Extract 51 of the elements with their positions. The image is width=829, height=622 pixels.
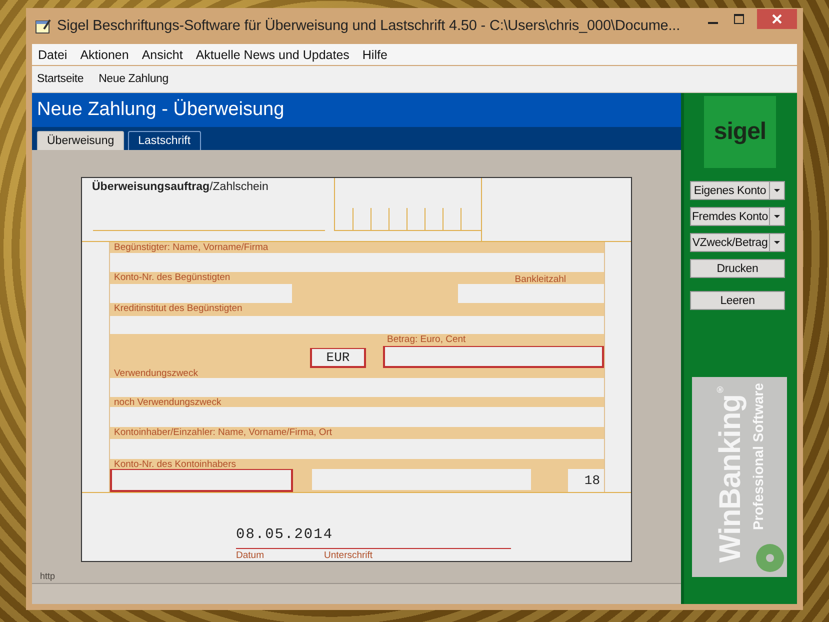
field-label: Unterschrift — [324, 550, 373, 561]
notepad-icon — [35, 18, 51, 34]
toolbar-link[interactable]: Startseite — [37, 73, 84, 85]
maximize-icon — [734, 14, 744, 24]
field-label: Kontoinhaber/Einzahler: Name, Vorname/Firma, Ort — [113, 427, 334, 439]
field-label: Verwendungszweck — [113, 368, 199, 378]
status-text: http — [40, 571, 56, 581]
tab[interactable]: Lastschrift — [128, 131, 201, 150]
field-label: Bankleitzahl — [514, 274, 566, 284]
input-field[interactable] — [110, 439, 604, 459]
dropdown-button[interactable]: Fremdes Konto — [690, 207, 785, 226]
menu-item[interactable]: Hilfe — [362, 48, 388, 62]
currency-field[interactable]: EUR — [310, 348, 366, 368]
menu-item[interactable]: Aktuelle News und Updates — [196, 48, 350, 62]
input-field[interactable] — [110, 378, 604, 397]
input-field[interactable] — [110, 469, 293, 492]
push-button[interactable]: Leeren — [690, 291, 785, 310]
date-value: 08.05.2014 — [236, 527, 334, 543]
input-field[interactable] — [312, 469, 531, 490]
input-field[interactable] — [110, 253, 604, 272]
menu-item[interactable]: Ansicht — [142, 48, 183, 62]
field-label: Begünstigter: Name, Vorname/Firma — [113, 242, 270, 253]
input-field[interactable] — [110, 407, 604, 427]
caret-icon — [774, 241, 780, 244]
menu-item[interactable]: Datei — [38, 48, 68, 62]
form-title: Überweisungsauftrag/Zahlschein — [92, 181, 268, 193]
field-label: Kreditinstitut des Begünstigten — [113, 303, 244, 316]
tab[interactable]: Überweisung — [37, 131, 124, 150]
amount-field[interactable] — [383, 346, 604, 368]
field-label: Datum — [236, 550, 264, 561]
menu-item[interactable]: Aktionen — [80, 48, 129, 62]
input-field[interactable] — [110, 284, 292, 303]
close-button[interactable] — [757, 9, 797, 29]
field-label: noch Verwendungszweck — [113, 397, 222, 407]
dropdown-button[interactable]: VZweck/Betrag — [690, 233, 785, 252]
page-header: Neue Zahlung - Überweisung — [32, 93, 681, 127]
sigel-logo: sigel — [704, 96, 776, 168]
close-icon — [772, 14, 782, 24]
caret-icon — [774, 189, 780, 192]
field-label: Konto-Nr. des Kontoinhabers — [113, 459, 237, 469]
field-label: Konto-Nr. des Begünstigten — [114, 272, 230, 284]
field-label: Betrag: Euro, Cent — [387, 334, 467, 345]
input-field[interactable]: 18 — [568, 469, 604, 492]
minimize-icon — [708, 22, 718, 24]
input-field[interactable] — [110, 316, 604, 334]
caret-icon — [774, 215, 780, 218]
push-button[interactable]: Drucken — [690, 259, 785, 278]
dropdown-button[interactable]: Eigenes Konto — [690, 181, 785, 200]
window-title: Sigel Beschriftungs-Software für Überweisung und Lastschrift 4.50 - C:\Users\chris_000\Docume... — [57, 18, 682, 34]
input-field[interactable] — [458, 284, 604, 303]
toolbar-link[interactable]: Neue Zahlung — [98, 73, 168, 85]
